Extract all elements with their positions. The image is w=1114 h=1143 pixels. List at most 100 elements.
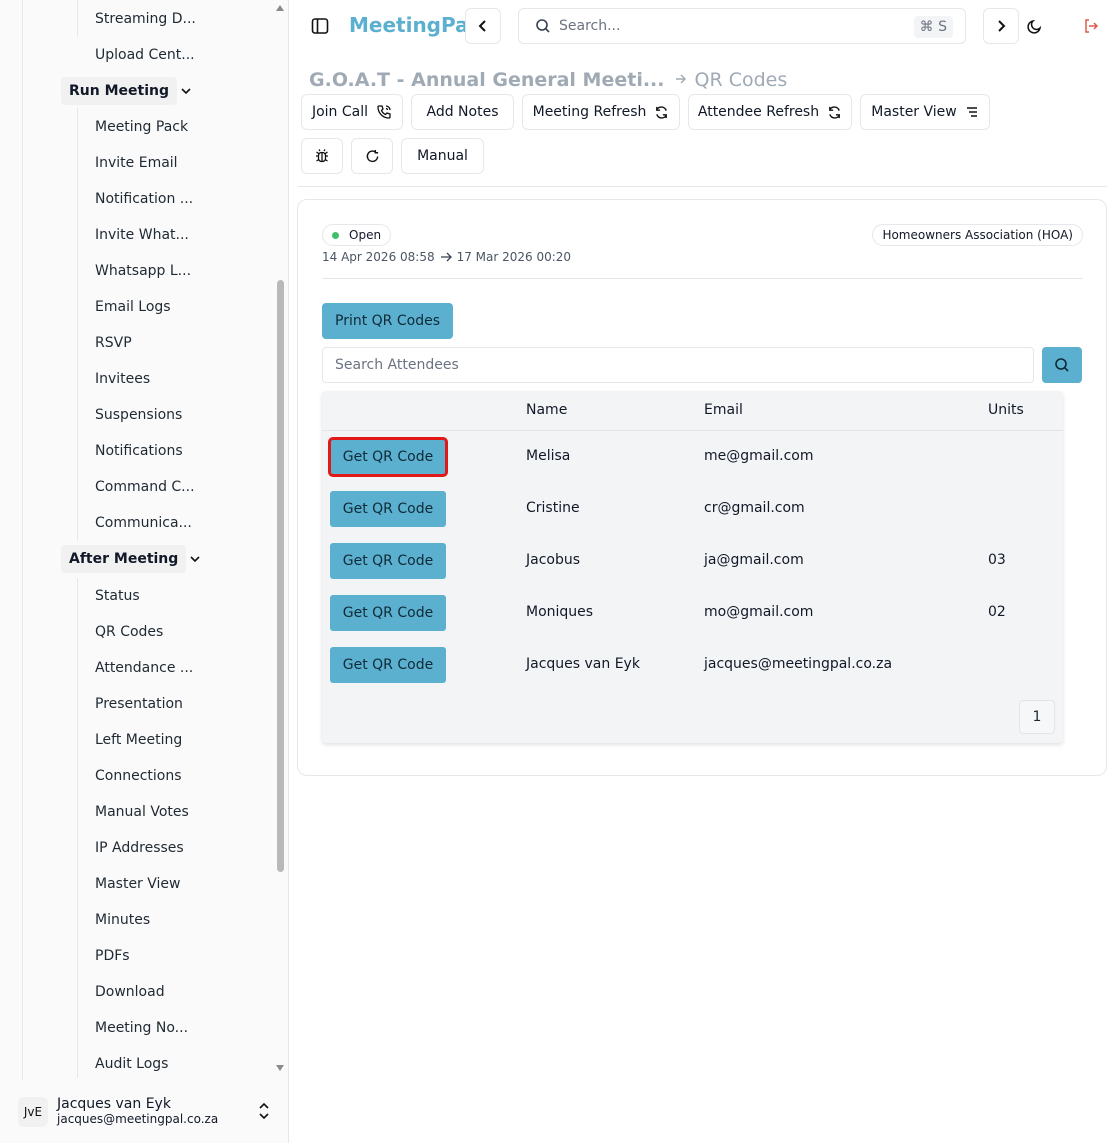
sidebar-item-invite-whatsapp[interactable]: Invite What... (95, 223, 189, 247)
sidebar-item-connections[interactable]: Connections (95, 764, 182, 788)
table-row: Get QR Code Cristine cr@gmail.com (322, 483, 1063, 535)
scroll-up-icon[interactable] (276, 4, 284, 12)
sidebar-item-pdfs[interactable]: PDFs (95, 944, 130, 968)
sidebar-item-status[interactable]: Status (95, 584, 140, 608)
sidebar-subtree-line (77, 108, 78, 540)
search-icon (536, 19, 550, 33)
attendee-refresh-label: Attendee Refresh (697, 104, 820, 120)
manual-label: Manual (417, 148, 468, 164)
attendee-search-input[interactable] (322, 347, 1034, 383)
attendee-name: Cristine (526, 500, 580, 516)
sidebar-item-minutes[interactable]: Minutes (95, 908, 150, 932)
moon-icon[interactable] (1023, 14, 1047, 38)
sidebar-nav: Streaming D... Upload Cent... Run Meetin… (0, 0, 289, 1080)
sidebar-scrollbar[interactable] (274, 0, 286, 1080)
column-header-email: Email (704, 402, 743, 418)
sidebar-item-master-view[interactable]: Master View (95, 872, 180, 896)
sidebar-item-streaming[interactable]: Streaming D... (95, 7, 196, 31)
list-filter-icon (966, 107, 977, 117)
sidebar: Streaming D... Upload Cent... Run Meetin… (0, 0, 289, 1143)
status-badge: Open (322, 224, 392, 246)
sidebar-item-invitees[interactable]: Invitees (95, 367, 150, 391)
sidebar-item-qr-codes[interactable]: QR Codes (95, 620, 163, 644)
arrow-right-icon (440, 252, 452, 262)
sidebar-subtree-line (77, 578, 78, 1078)
print-qr-codes-button[interactable]: Print QR Codes (322, 303, 453, 339)
user-menu[interactable]: JvE Jacques van Eyk jacques@meetingpal.c… (0, 1080, 288, 1143)
sidebar-item-whatsapp-logs[interactable]: Whatsapp L... (95, 259, 191, 283)
scroll-down-icon[interactable] (276, 1064, 284, 1072)
back-button[interactable] (465, 8, 501, 44)
search-icon (1055, 358, 1069, 372)
search-placeholder: Search... (559, 18, 621, 34)
brand-logo-text[interactable]: MeetingPal (349, 13, 475, 37)
sidebar-item-audit-logs[interactable]: Audit Logs (95, 1052, 168, 1076)
sidebar-item-left-meeting[interactable]: Left Meeting (95, 728, 182, 752)
divider (298, 186, 1107, 187)
chevron-down-icon[interactable] (187, 545, 203, 573)
get-qr-code-button[interactable]: Get QR Code (328, 437, 448, 477)
attendee-email: ja@gmail.com (704, 552, 804, 568)
org-type-badge: Homeowners Association (HOA) (872, 224, 1083, 246)
chevrons-up-down-icon[interactable] (256, 1102, 272, 1120)
rotate-icon (366, 149, 378, 162)
logout-icon[interactable] (1079, 14, 1103, 38)
attendee-refresh-button[interactable]: Attendee Refresh (688, 94, 852, 130)
master-view-label: Master View (871, 104, 957, 120)
sidebar-item-communication[interactable]: Communica... (95, 511, 192, 535)
sidebar-item-meeting-pack[interactable]: Meeting Pack (95, 115, 188, 139)
pagination-page-button[interactable]: 1 (1019, 700, 1055, 734)
sidebar-item-rsvp[interactable]: RSVP (95, 331, 132, 355)
add-notes-label: Add Notes (426, 104, 499, 120)
master-view-button[interactable]: Master View (860, 94, 990, 130)
column-header-name: Name (526, 402, 568, 418)
get-qr-code-button[interactable]: Get QR Code (330, 491, 446, 527)
sidebar-item-notifications[interactable]: Notifications (95, 439, 183, 463)
debug-button[interactable] (301, 138, 343, 174)
sidebar-item-ip-addresses[interactable]: IP Addresses (95, 836, 184, 860)
sidebar-item-upload-centre[interactable]: Upload Cent... (95, 43, 195, 67)
meeting-end: 17 Mar 2026 00:20 (456, 250, 572, 264)
user-email: jacques@meetingpal.co.za (57, 1111, 219, 1126)
attendees-table: Name Email Units Get QR Code Melisa me@g… (322, 391, 1063, 743)
meeting-refresh-button[interactable]: Meeting Refresh (522, 94, 680, 130)
forward-button[interactable] (983, 8, 1019, 44)
sidebar-scroll-thumb[interactable] (277, 280, 284, 872)
sidebar-item-invite-email[interactable]: Invite Email (95, 151, 178, 175)
reload-button[interactable] (351, 138, 393, 174)
attendee-search-button[interactable] (1042, 347, 1082, 383)
search-shortcut-badge: ⌘ S (913, 16, 953, 38)
join-call-button[interactable]: Join Call (301, 94, 403, 130)
attendee-units: 03 (988, 552, 1006, 568)
sidebar-item-manual-votes[interactable]: Manual Votes (95, 800, 189, 824)
sidebar-item-command-centre[interactable]: Command C... (95, 475, 195, 499)
table-row: Get QR Code Jacques van Eyk jacques@meet… (322, 639, 1063, 691)
sidebar-subtree-line (77, 0, 78, 36)
breadcrumb-meeting[interactable]: G.O.A.T - Annual General Meeti... (309, 69, 665, 91)
get-qr-code-button[interactable]: Get QR Code (330, 595, 446, 631)
chevron-down-icon[interactable] (178, 77, 194, 105)
table-row: Get QR Code Moniques mo@gmail.com 02 (322, 587, 1063, 639)
sidebar-item-suspensions[interactable]: Suspensions (95, 403, 182, 427)
table-row: Get QR Code Melisa me@gmail.com (322, 431, 1063, 483)
sidebar-item-attendance[interactable]: Attendance ... (95, 656, 193, 680)
add-notes-button[interactable]: Add Notes (411, 94, 514, 130)
global-search-input[interactable]: Search... ⌘ S (518, 8, 966, 44)
sidebar-item-download[interactable]: Download (95, 980, 165, 1004)
sidebar-group-run-meeting[interactable]: Run Meeting (61, 77, 177, 105)
attendee-email: cr@gmail.com (704, 500, 805, 516)
get-qr-code-button[interactable]: Get QR Code (330, 543, 446, 579)
sidebar-item-presentation[interactable]: Presentation (95, 692, 183, 716)
meeting-start: 14 Apr 2026 08:58 (322, 250, 435, 264)
attendee-email: jacques@meetingpal.co.za (704, 656, 893, 672)
sidebar-group-after-meeting[interactable]: After Meeting (61, 545, 187, 573)
column-header-units: Units (988, 402, 1024, 418)
sidebar-item-notification[interactable]: Notification ... (95, 187, 193, 211)
get-qr-code-button[interactable]: Get QR Code (330, 647, 446, 683)
manual-button[interactable]: Manual (401, 138, 484, 174)
sidebar-toggle-icon[interactable] (308, 14, 332, 38)
sidebar-item-email-logs[interactable]: Email Logs (95, 295, 171, 319)
phone-call-icon (377, 105, 391, 119)
breadcrumb-page: QR Codes (694, 69, 788, 91)
sidebar-item-meeting-notes[interactable]: Meeting No... (95, 1016, 188, 1040)
